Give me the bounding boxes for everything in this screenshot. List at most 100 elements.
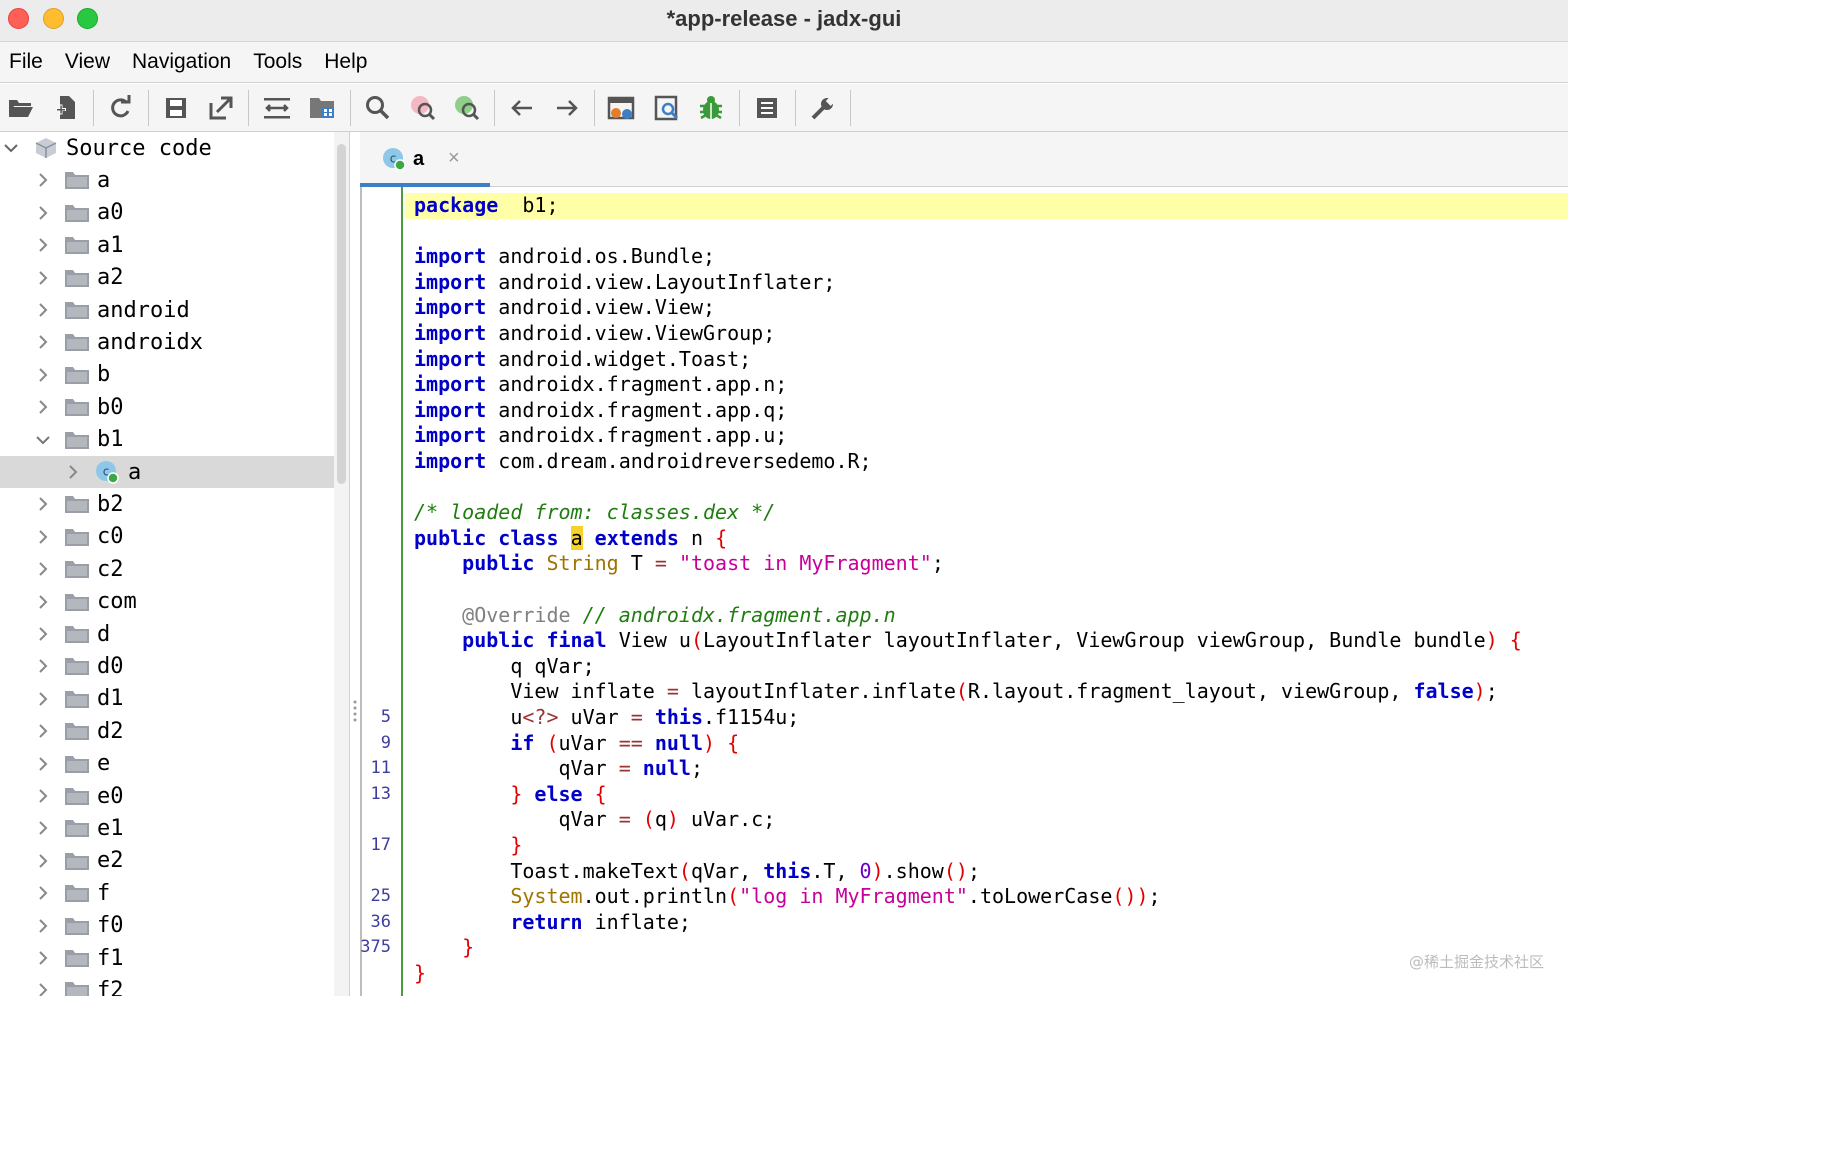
menu-navigation[interactable]: Navigation xyxy=(123,50,244,74)
sync-tree-icon[interactable] xyxy=(261,92,293,124)
export-icon[interactable] xyxy=(205,92,237,124)
tree-item-package[interactable]: android xyxy=(0,294,334,326)
quark-icon[interactable] xyxy=(651,92,683,124)
chevron-right-icon[interactable] xyxy=(36,886,50,900)
back-icon[interactable] xyxy=(506,92,538,124)
chevron-right-icon[interactable] xyxy=(36,238,50,252)
toolbar-separator xyxy=(93,90,94,126)
tree-item-package[interactable]: f0 xyxy=(0,910,334,942)
code-token: ) xyxy=(1473,679,1486,704)
tree-item-package[interactable]: e xyxy=(0,748,334,780)
menu-view[interactable]: View xyxy=(56,50,123,74)
source-tree[interactable]: Source code a a0 a1 a2 android androidx b b0 b1 c… xyxy=(0,132,334,996)
tree-scrollbar-thumb[interactable] xyxy=(337,144,346,484)
usage-search-icon[interactable] xyxy=(451,92,483,124)
tree-item-package[interactable]: com xyxy=(0,586,334,618)
code-token: uVar.c; xyxy=(678,807,776,832)
tree-item-package[interactable]: a xyxy=(0,164,334,196)
menu-tools[interactable]: Tools xyxy=(244,50,315,74)
tree-item-label: b1 xyxy=(97,427,124,453)
open-folder-icon[interactable] xyxy=(5,92,37,124)
chevron-right-icon[interactable] xyxy=(36,854,50,868)
chevron-right-icon[interactable] xyxy=(36,562,50,576)
tree-item-package[interactable]: c2 xyxy=(0,553,334,585)
debug-icon[interactable] xyxy=(695,92,727,124)
chevron-right-icon[interactable] xyxy=(36,983,50,996)
chevron-right-icon[interactable] xyxy=(36,789,50,803)
tree-item-package[interactable]: e0 xyxy=(0,780,334,812)
log-icon[interactable] xyxy=(751,92,783,124)
tree-item-package[interactable]: b2 xyxy=(0,488,334,520)
tree-item-package[interactable]: f2 xyxy=(0,974,334,996)
chevron-right-icon[interactable] xyxy=(36,530,50,544)
tree-item-package[interactable]: b1 xyxy=(0,424,334,456)
chevron-right-icon[interactable] xyxy=(36,173,50,188)
code-token: android.widget.Toast; xyxy=(486,346,752,371)
tree-item-package[interactable]: c0 xyxy=(0,521,334,553)
chevron-right-icon[interactable] xyxy=(36,692,50,706)
menu-help[interactable]: Help xyxy=(315,50,380,74)
code-line: } xyxy=(414,935,474,961)
chevron-right-icon[interactable] xyxy=(36,756,50,771)
tree-scrollbar[interactable] xyxy=(334,132,350,996)
chevron-down-icon[interactable] xyxy=(4,141,18,155)
tree-item-package[interactable]: e1 xyxy=(0,812,334,844)
tree-item-class[interactable]: ca xyxy=(0,456,334,488)
chevron-right-icon[interactable] xyxy=(66,465,80,479)
code-editor[interactable]: 5 9 11 13 17 25 36 375 package b1; import androi… xyxy=(353,187,1568,996)
chevron-right-icon[interactable] xyxy=(36,270,50,285)
code-keyword: public xyxy=(462,551,535,576)
class-icon: c xyxy=(94,459,120,490)
tree-item-package[interactable]: androidx xyxy=(0,326,334,358)
code-token: android.view.ViewGroup; xyxy=(486,321,776,345)
tree-item-package[interactable]: a0 xyxy=(0,197,334,229)
code-area[interactable]: package b1; import android.os.Bundle; impo… xyxy=(405,187,1568,996)
add-files-icon[interactable] xyxy=(51,92,83,124)
tree-item-package[interactable]: a1 xyxy=(0,229,334,261)
tree-item-package[interactable]: f xyxy=(0,877,334,909)
preferences-icon[interactable] xyxy=(807,92,839,124)
chevron-right-icon[interactable] xyxy=(36,724,50,738)
tree-item-package[interactable]: d1 xyxy=(0,683,334,715)
tree-item-package[interactable]: d2 xyxy=(0,715,334,747)
code-token[interactable]: a xyxy=(570,525,583,550)
deobfuscation-icon[interactable] xyxy=(606,92,638,124)
reload-icon[interactable] xyxy=(104,92,136,124)
chevron-right-icon[interactable] xyxy=(36,951,50,965)
splitter-grip-icon[interactable] xyxy=(352,699,358,723)
tree-item-package[interactable]: a2 xyxy=(0,262,334,294)
save-icon[interactable] xyxy=(160,92,192,124)
chevron-right-icon[interactable] xyxy=(36,303,50,317)
chevron-right-icon[interactable] xyxy=(36,627,50,641)
toolbar-separator xyxy=(739,90,740,126)
code-line: public class a extends n { xyxy=(414,525,727,552)
menu-file[interactable]: File xyxy=(0,50,56,74)
class-search-icon[interactable] xyxy=(407,92,439,124)
flatten-packages-icon[interactable] xyxy=(306,92,338,124)
code-token: = xyxy=(618,807,631,832)
tree-item-package[interactable]: b0 xyxy=(0,391,334,423)
close-icon[interactable]: × xyxy=(448,147,460,170)
chevron-right-icon[interactable] xyxy=(36,594,50,609)
tree-item-package[interactable]: f1 xyxy=(0,942,334,974)
tree-root-source-code[interactable]: Source code xyxy=(0,132,334,164)
tree-item-package[interactable]: e2 xyxy=(0,845,334,877)
tree-item-package[interactable]: b xyxy=(0,359,334,391)
chevron-right-icon[interactable] xyxy=(36,335,50,350)
toolbar-separator xyxy=(494,90,495,126)
chevron-right-icon[interactable] xyxy=(36,206,50,220)
chevron-right-icon[interactable] xyxy=(36,400,50,414)
tree-item-package[interactable]: d xyxy=(0,618,334,650)
tab-class-a[interactable]: c a × xyxy=(360,132,490,188)
search-icon[interactable] xyxy=(362,92,394,124)
tree-item-package[interactable]: d0 xyxy=(0,650,334,682)
chevron-right-icon[interactable] xyxy=(36,918,50,933)
code-token: ; xyxy=(931,551,944,576)
chevron-right-icon[interactable] xyxy=(36,368,50,382)
chevron-down-icon[interactable] xyxy=(36,433,50,447)
chevron-right-icon[interactable] xyxy=(36,821,50,836)
chevron-right-icon[interactable] xyxy=(36,497,50,512)
chevron-right-icon[interactable] xyxy=(36,659,50,674)
forward-icon[interactable] xyxy=(551,92,583,124)
